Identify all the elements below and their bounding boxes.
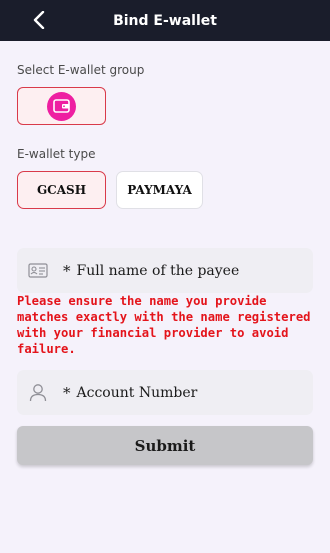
back-button[interactable] bbox=[28, 8, 50, 32]
account-number-field[interactable]: * Account Number bbox=[17, 370, 313, 415]
wallet-type-paymaya-button[interactable]: PAYMAYA bbox=[116, 171, 203, 209]
wallet-type-gcash-button[interactable]: GCASH bbox=[17, 171, 106, 209]
wallet-group-label: Select E-wallet group bbox=[17, 63, 145, 77]
required-mark: * bbox=[63, 383, 71, 402]
app-header: Bind E-wallet bbox=[0, 0, 330, 41]
payee-name-placeholder: Full name of the payee bbox=[76, 262, 240, 279]
id-card-icon bbox=[27, 260, 49, 282]
required-mark: * bbox=[63, 261, 71, 280]
wallet-type-label: E-wallet type bbox=[17, 147, 96, 161]
user-icon bbox=[27, 382, 49, 404]
wallet-icon bbox=[47, 91, 76, 121]
account-number-placeholder: Account Number bbox=[76, 384, 198, 401]
wallet-group-option[interactable] bbox=[17, 87, 106, 125]
submit-button[interactable]: Submit bbox=[17, 426, 313, 465]
payee-name-field[interactable]: * Full name of the payee bbox=[17, 248, 313, 293]
page-title: Bind E-wallet bbox=[113, 12, 217, 29]
name-warning-text: Please ensure the name you provide match… bbox=[17, 294, 311, 356]
chevron-left-icon bbox=[33, 11, 45, 29]
